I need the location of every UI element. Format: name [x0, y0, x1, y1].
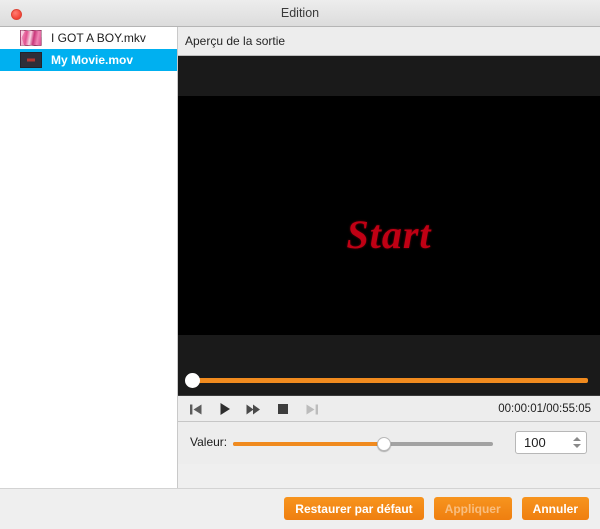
list-item[interactable]: I GOT A BOY.mkv: [0, 27, 177, 49]
title-bar: Edition: [0, 0, 600, 27]
fast-forward-button[interactable]: [244, 400, 263, 419]
timecode-display: 00:00:01/00:55:05: [498, 403, 591, 415]
transport-controls: [186, 396, 321, 422]
video-overlay-text: Start: [346, 212, 432, 257]
window-title: Edition: [280, 6, 320, 20]
value-slider-fill: [233, 442, 384, 446]
preview-header-label: Aperçu de la sortie: [178, 27, 600, 56]
skip-previous-icon: [189, 404, 201, 414]
list-item[interactable]: My Movie.mov: [0, 49, 177, 71]
video-thumbnail-icon: [20, 52, 42, 68]
timeline-thumb[interactable]: [185, 373, 200, 388]
file-name-label: My Movie.mov: [51, 53, 134, 67]
file-list-sidebar[interactable]: I GOT A BOY.mkv My Movie.mov: [0, 27, 178, 488]
stepper-arrows[interactable]: [568, 432, 586, 453]
timeline-scrubber[interactable]: [178, 366, 600, 395]
skip-next-icon: [306, 404, 318, 414]
file-name-label: I GOT A BOY.mkv: [51, 31, 146, 45]
preview-panel: Aperçu de la sortie Start 00:00:01/00:55…: [178, 27, 600, 488]
edition-window: Edition I GOT A BOY.mkv My Movie.mov Ape…: [0, 0, 600, 529]
chevron-up-icon[interactable]: [573, 437, 581, 441]
previous-button[interactable]: [186, 400, 205, 419]
cancel-button[interactable]: Annuler: [521, 497, 589, 520]
video-thumbnail-icon: [20, 30, 42, 46]
timeline-track[interactable]: [190, 378, 588, 383]
chevron-down-icon[interactable]: [573, 444, 581, 448]
footer-button-group: Restaurer par défaut Appliquer Annuler: [284, 497, 589, 520]
fast-forward-icon: [246, 404, 260, 414]
video-preview-stage[interactable]: Start: [178, 56, 600, 366]
value-stepper[interactable]: [515, 431, 587, 454]
apply-button: Appliquer: [433, 497, 512, 520]
stop-button[interactable]: [273, 400, 292, 419]
value-control-row: Valeur:: [178, 421, 600, 464]
play-icon: [220, 403, 230, 415]
footer-bar: Restaurer par défaut Appliquer Annuler: [0, 488, 600, 529]
next-button: [302, 400, 321, 419]
stop-icon: [277, 404, 288, 414]
value-label: Valeur:: [190, 435, 228, 449]
transport-bar: 00:00:01/00:55:05: [178, 395, 600, 421]
value-slider[interactable]: [233, 437, 493, 451]
play-button[interactable]: [215, 400, 234, 419]
restore-defaults-button[interactable]: Restaurer par défaut: [284, 497, 424, 520]
value-input[interactable]: [516, 435, 568, 450]
value-slider-thumb[interactable]: [376, 437, 391, 451]
